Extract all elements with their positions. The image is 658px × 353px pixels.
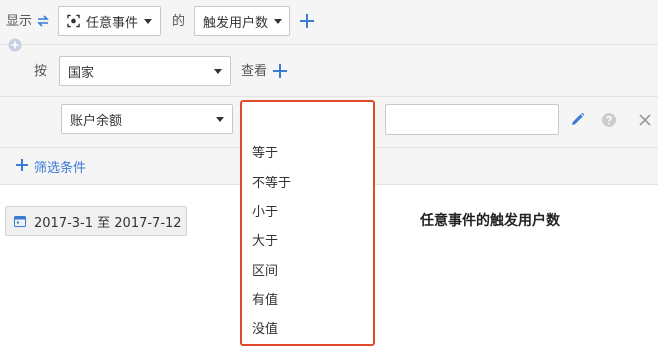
- event-select[interactable]: 任意事件: [58, 6, 161, 36]
- add-circle-icon[interactable]: [8, 38, 22, 52]
- chart-title: 任意事件的触发用户数: [420, 213, 560, 229]
- dropdown-option-greater-than[interactable]: 大于: [252, 234, 278, 250]
- chevron-down-icon: [274, 18, 283, 24]
- dropdown-option-not-equal[interactable]: 不等于: [252, 176, 291, 192]
- date-range-button[interactable]: 2017-3-1 至 2017-7-12: [5, 206, 187, 236]
- show-label: 显示: [6, 14, 33, 29]
- date-range-text: 2017-3-1 至 2017-7-12: [34, 215, 182, 231]
- dropdown-option-less-than[interactable]: 小于: [252, 205, 278, 221]
- metric-select-value: 触发用户数: [203, 15, 269, 31]
- dimension-select-value: 国家: [68, 65, 95, 81]
- help-icon[interactable]: [602, 113, 616, 127]
- filter-property-value: 账户余额: [70, 113, 123, 129]
- divider: [0, 96, 658, 97]
- event-select-value: 任意事件: [85, 15, 138, 31]
- event-icon: [67, 14, 80, 28]
- metric-select[interactable]: 触发用户数: [194, 6, 290, 36]
- dropdown-option-range[interactable]: 区间: [252, 264, 278, 280]
- dropdown-option-no-value[interactable]: 没值: [252, 322, 278, 338]
- close-icon[interactable]: [639, 114, 651, 126]
- view-label: 查看: [241, 64, 268, 79]
- dropdown-option-has-value[interactable]: 有值: [252, 293, 278, 309]
- add-filter-link[interactable]: 筛选条件: [34, 157, 86, 176]
- calendar-icon: [14, 216, 26, 227]
- divider: [0, 44, 658, 45]
- filter-value-input[interactable]: [385, 104, 559, 135]
- add-dimension-icon[interactable]: [273, 64, 287, 78]
- operator-dropdown-menu: 等于 不等于 小于 大于 区间 有值 没值: [240, 100, 375, 346]
- swap-icon[interactable]: [36, 14, 50, 28]
- dimension-select[interactable]: 国家: [59, 56, 231, 86]
- edit-icon[interactable]: [570, 112, 585, 127]
- add-metric-icon[interactable]: [300, 14, 314, 28]
- of-label: 的: [172, 14, 186, 29]
- chevron-down-icon: [214, 68, 222, 74]
- by-label: 按: [34, 64, 48, 79]
- filter-property-select[interactable]: 账户余额: [61, 104, 233, 134]
- chevron-down-icon: [216, 116, 224, 122]
- add-filter-icon[interactable]: [16, 159, 28, 171]
- chevron-down-icon: [144, 18, 152, 24]
- dropdown-option-equal[interactable]: 等于: [252, 146, 278, 162]
